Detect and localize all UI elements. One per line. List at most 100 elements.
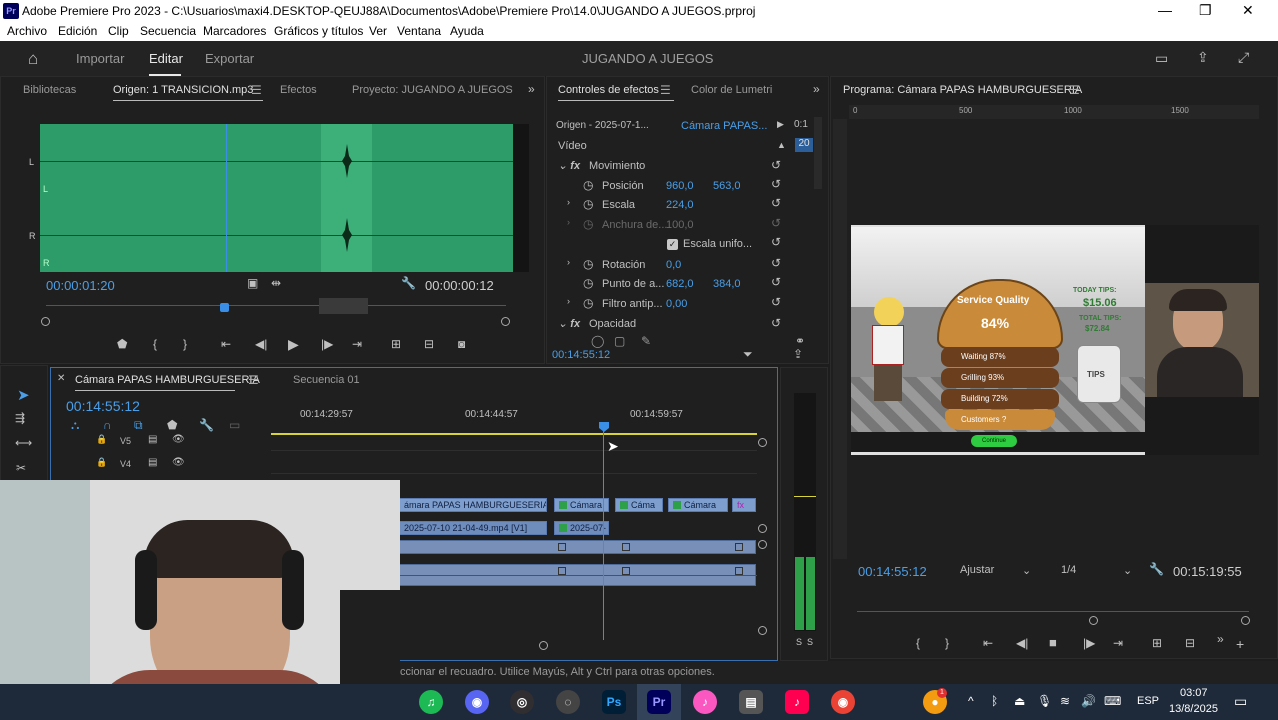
reset-movimiento-icon[interactable]: ↺ <box>771 158 781 172</box>
lock-icon[interactable]: 🔒 <box>96 434 107 445</box>
clip-camara-1[interactable]: Cámara <box>554 498 609 512</box>
linked-selection-icon[interactable]: ⧉ <box>134 418 143 433</box>
clip-camara-2[interactable]: Cáma <box>615 498 663 512</box>
audio-waveform[interactable]: L R <box>40 124 513 272</box>
game-continue-button[interactable]: Continue <box>971 435 1017 447</box>
clip-v1b[interactable]: 2025-07- <box>554 521 609 535</box>
effect-controls-menu-icon[interactable]: ☰ <box>660 83 671 97</box>
ripple-edit-icon[interactable]: ⟷ <box>15 436 32 450</box>
rect-mask-icon[interactable]: ▢ <box>614 334 625 348</box>
source-playhead[interactable] <box>220 303 229 312</box>
opacidad-label[interactable]: Opacidad <box>589 318 636 330</box>
clip-fx[interactable]: fx <box>732 498 756 512</box>
stop-icon[interactable]: ■ <box>1049 635 1057 650</box>
track-label-v5[interactable]: V5 <box>120 436 131 446</box>
vertical-zoom-handle[interactable] <box>758 438 767 447</box>
close-tab-icon[interactable]: ✕ <box>57 373 65 384</box>
expand-filtro-icon[interactable]: › <box>567 296 570 306</box>
tab-origen[interactable]: Origen: 1 TRANSICION.mp3 <box>113 84 253 96</box>
source-timecode[interactable]: 00:00:01:20 <box>46 278 115 293</box>
prop-filtro-value[interactable]: 0,00 <box>666 298 687 310</box>
clock-date[interactable]: 13/8/2025 <box>1169 703 1218 715</box>
microphone-icon[interactable]: 🎙 <box>1037 694 1052 708</box>
prop-anchor-y[interactable]: 384,0 <box>713 278 741 290</box>
clip-v1[interactable]: 2025-07-10 21-04-49.mp4 [V1] <box>399 521 547 535</box>
tab-effect-controls[interactable]: Controles de efectos <box>558 84 659 96</box>
step-forward-icon[interactable]: |▶ <box>321 337 333 351</box>
obs-icon[interactable]: ◎ <box>510 690 534 714</box>
zoom-handle-left[interactable] <box>41 317 50 326</box>
add-marker-icon[interactable]: ⬟ <box>167 418 177 432</box>
panel-menu-icon[interactable]: ☰ <box>251 83 262 97</box>
program-timecode[interactable]: 00:14:55:12 <box>858 564 927 579</box>
reset-uniforme-icon[interactable]: ↺ <box>771 235 781 249</box>
files-icon[interactable]: ▤ <box>739 690 763 714</box>
insert-icon[interactable]: ▣ <box>247 276 258 290</box>
step-back-icon[interactable]: ◀| <box>1016 636 1028 650</box>
step-back-icon[interactable]: ◀| <box>255 337 267 351</box>
ec-timecode[interactable]: 00:14:55:12 <box>552 349 610 361</box>
prop-rotacion-value[interactable]: 0,0 <box>666 259 681 271</box>
stopwatch-icon[interactable]: ◷ <box>583 178 593 192</box>
more-panels-icon[interactable]: » <box>528 82 535 96</box>
export-icon[interactable]: ⇪ <box>793 347 803 361</box>
drag-audio-icon[interactable]: ⇹ <box>271 276 281 290</box>
minimize-button[interactable]: — <box>1158 2 1172 18</box>
fit-dropdown[interactable]: Ajustar ⌄ <box>956 561 1034 581</box>
close-button[interactable]: ✕ <box>1242 2 1254 19</box>
chrome-dev-icon[interactable]: ◌ <box>556 690 580 714</box>
reset-opacidad-icon[interactable]: ↺ <box>771 316 781 330</box>
sync-lock-icon[interactable]: ▤ <box>148 457 157 468</box>
go-to-out-icon[interactable]: ⇥ <box>352 337 362 351</box>
filter-icon[interactable]: ⏷ <box>743 347 753 362</box>
stopwatch-icon[interactable]: ◷ <box>583 197 593 211</box>
program-mini-ruler[interactable] <box>857 611 1249 612</box>
eye-icon[interactable]: 👁 <box>172 457 185 468</box>
sync-lock-icon[interactable]: ▤ <box>148 434 157 445</box>
game-video-frame[interactable]: Continue Service Quality 84% Waiting 87%… <box>851 225 1145 455</box>
program-title[interactable]: Programa: Cámara PAPAS HAMBURGUESERIA <box>843 84 1082 96</box>
step-forward-icon[interactable]: |▶ <box>1083 636 1095 650</box>
chrome-icon[interactable]: ◉ <box>831 690 855 714</box>
track-select-icon[interactable]: ⇶ <box>15 411 25 425</box>
audio-clip-a1[interactable] <box>399 540 756 554</box>
keyboard-icon[interactable]: ⌨ <box>1104 694 1121 708</box>
resolution-dropdown[interactable]: 1/4 ⌄ <box>1053 561 1137 581</box>
mark-out-icon[interactable]: } <box>183 337 187 351</box>
tab-timeline-camara[interactable]: Cámara PAPAS HAMBURGUESERIA <box>75 374 260 386</box>
go-to-in-icon[interactable]: ⇤ <box>221 337 231 351</box>
link-icon[interactable]: ⚭ <box>795 334 805 348</box>
snap-icon[interactable]: ∩ <box>103 418 112 432</box>
add-button-icon[interactable]: + <box>1236 636 1244 652</box>
volume-icon[interactable]: 🔊 <box>1081 694 1096 708</box>
timeline-menu-icon[interactable]: ☰ <box>248 373 259 387</box>
program-zoom-handle-right[interactable] <box>1241 616 1250 625</box>
timeline-ruler[interactable]: 00:14:29:57 00:14:44:57 00:14:59:57 <box>271 398 761 435</box>
mark-in-icon[interactable]: { <box>916 636 920 650</box>
menu-graficos[interactable]: Gráficos y títulos <box>274 24 363 38</box>
movimiento-label[interactable]: Movimiento <box>589 160 645 172</box>
selection-tool-icon[interactable]: ➤ <box>17 386 30 404</box>
discord-icon[interactable]: ◉ <box>465 690 489 714</box>
more-tabs-icon[interactable]: » <box>813 82 820 96</box>
eye-icon[interactable]: 👁 <box>172 434 185 445</box>
program-zoom-handle-left[interactable] <box>1089 616 1098 625</box>
panel-layout-icon[interactable]: ▭ <box>1155 50 1168 67</box>
tab-exportar[interactable]: Exportar <box>205 51 254 66</box>
bluetooth-icon[interactable]: ᛒ <box>991 694 998 708</box>
reset-rotacion-icon[interactable]: ↺ <box>771 256 781 270</box>
horizontal-zoom-handle[interactable] <box>539 641 548 650</box>
ec-scrollbar[interactable] <box>814 117 822 189</box>
menu-edicion[interactable]: Edición <box>58 24 97 38</box>
home-icon[interactable]: ⌂ <box>28 49 38 69</box>
share-icon[interactable]: ⇪ <box>1197 49 1209 66</box>
tab-importar[interactable]: Importar <box>76 51 124 66</box>
play-icon[interactable]: ▶ <box>288 336 299 353</box>
source-mini-ruler[interactable] <box>46 305 506 306</box>
menu-ayuda[interactable]: Ayuda <box>450 24 484 38</box>
premiere-taskbar-icon[interactable]: Pr <box>647 690 671 714</box>
wifi-icon[interactable]: ≋ <box>1060 694 1070 708</box>
photoshop-icon[interactable]: Ps <box>602 690 626 714</box>
wrench-icon[interactable]: 🔧 <box>1149 562 1164 576</box>
program-webcam-overlay[interactable] <box>1145 283 1259 397</box>
